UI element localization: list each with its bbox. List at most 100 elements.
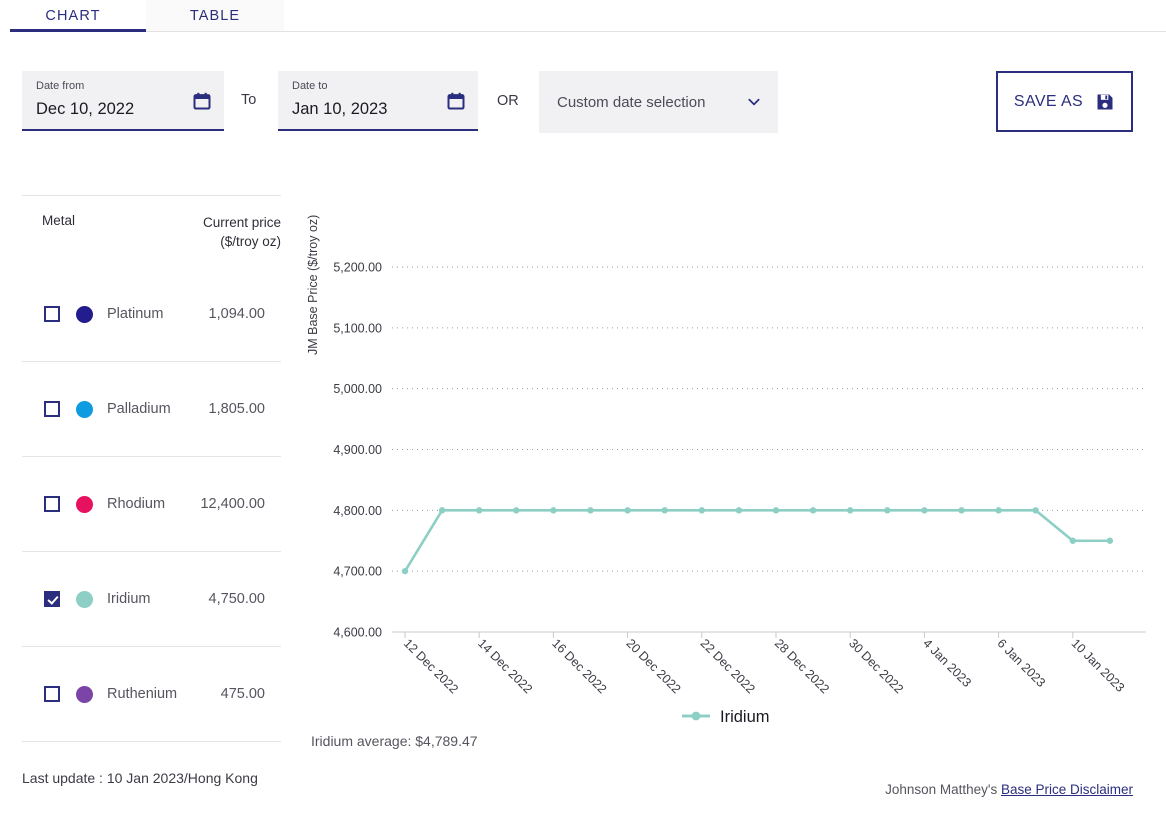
metal-price: 12,400.00 xyxy=(200,496,265,512)
data-point[interactable] xyxy=(550,507,557,514)
metal-color-dot xyxy=(76,495,93,513)
metal-row[interactable]: Platinum 1,094.00 xyxy=(22,267,281,361)
date-to-value: Jan 10, 2023 xyxy=(292,100,388,118)
x-tick-label: 28 Dec 2022 xyxy=(772,636,832,696)
data-point[interactable] xyxy=(772,507,780,514)
data-point[interactable] xyxy=(698,507,705,514)
metal-checkbox[interactable] xyxy=(44,401,60,417)
y-tick-label: 5,200.00 xyxy=(333,261,382,275)
to-separator-text: To xyxy=(241,92,257,108)
metal-name: Ruthenium xyxy=(107,686,178,702)
header-current-price-line2: ($/troy oz) xyxy=(220,234,281,249)
average-price-text: Iridium average: $4,789.47 xyxy=(311,733,478,749)
metal-price: 4,750.00 xyxy=(208,591,265,607)
date-from-label: Date from xyxy=(36,80,85,92)
tab-chart-label: CHART xyxy=(45,8,101,24)
header-current-price-line1: Current price xyxy=(202,215,281,230)
y-tick-label: 4,600.00 xyxy=(333,626,382,640)
metal-color-dot xyxy=(76,305,93,323)
metal-row[interactable]: Iridium 4,750.00 xyxy=(22,552,281,646)
x-tick-label: 12 Dec 2022 xyxy=(401,636,461,696)
metal-color-dot xyxy=(76,590,93,608)
data-point[interactable] xyxy=(1032,507,1039,514)
active-tab-indicator xyxy=(10,29,146,32)
data-point[interactable] xyxy=(958,507,965,514)
metal-selection-table: Metal Current price ($/troy oz) Platinum… xyxy=(22,195,281,742)
or-separator-text: OR xyxy=(497,93,519,109)
data-point[interactable] xyxy=(401,567,409,575)
save-as-button[interactable]: SAVE AS xyxy=(996,71,1133,132)
date-from-field[interactable]: Date from Dec 10, 2022 xyxy=(22,71,224,131)
metal-checkbox[interactable] xyxy=(44,686,60,702)
legend-label-iridium[interactable]: Iridium xyxy=(720,708,770,726)
data-point[interactable] xyxy=(476,507,483,514)
metal-checkbox[interactable] xyxy=(44,306,60,322)
calendar-icon[interactable] xyxy=(446,91,466,111)
x-tick-label: 6 Jan 2023 xyxy=(994,636,1048,690)
custom-date-selection-dropdown[interactable]: Custom date selection xyxy=(539,71,778,133)
data-point[interactable] xyxy=(624,507,631,514)
custom-date-selection-value: Custom date selection xyxy=(557,93,706,111)
data-point[interactable] xyxy=(1106,537,1114,544)
disclaimer-text: Johnson Matthey's Base Price Disclaimer xyxy=(885,782,1133,797)
data-point[interactable] xyxy=(438,507,446,514)
data-point[interactable] xyxy=(1069,537,1076,544)
data-point[interactable] xyxy=(661,507,668,514)
floppy-disk-icon xyxy=(1097,94,1113,109)
metal-row[interactable]: Ruthenium 475.00 xyxy=(22,647,281,741)
metal-color-dot xyxy=(76,685,93,703)
date-to-field[interactable]: Date to Jan 10, 2023 xyxy=(278,71,478,131)
metal-row[interactable]: Rhodium 12,400.00 xyxy=(22,457,281,551)
tab-table-label: TABLE xyxy=(189,8,241,24)
chart-svg: 4,600.00 4,700.00 4,800.00 4,900.00 5,000.00… xyxy=(333,261,1146,726)
data-point[interactable] xyxy=(809,507,817,514)
x-tick-label: 20 Dec 2022 xyxy=(623,636,683,696)
metal-row-divider xyxy=(22,741,281,742)
metal-name: Rhodium xyxy=(107,496,166,512)
data-point[interactable] xyxy=(735,507,743,514)
metal-name: Palladium xyxy=(107,401,171,417)
y-tick-label: 4,900.00 xyxy=(333,443,382,457)
legend-marker-swatch xyxy=(691,711,701,721)
metal-row[interactable]: Palladium 1,805.00 xyxy=(22,362,281,456)
header-metal: Metal xyxy=(42,213,76,228)
y-tick-label: 5,000.00 xyxy=(333,382,382,396)
metal-checkbox[interactable] xyxy=(44,496,60,512)
metal-row-list: Platinum 1,094.00 Palladium 1,805.00 Rhodium… xyxy=(22,267,281,742)
metal-checkbox[interactable] xyxy=(44,591,60,607)
data-point[interactable] xyxy=(513,507,520,514)
base-price-disclaimer-link[interactable]: Base Price Disclaimer xyxy=(1001,782,1133,797)
data-point[interactable] xyxy=(995,507,1002,514)
x-tick-label: 14 Dec 2022 xyxy=(475,636,535,696)
metal-price: 475.00 xyxy=(220,686,265,702)
date-to-label: Date to xyxy=(292,80,328,92)
header-current-price: Current price ($/troy oz) xyxy=(203,213,281,251)
last-update-text: Last update : 10 Jan 2023/Hong Kong xyxy=(22,770,258,786)
tab-table[interactable]: TABLE xyxy=(146,0,284,32)
metal-table-header: Metal Current price ($/troy oz) xyxy=(22,196,281,267)
save-as-label: SAVE AS xyxy=(1013,92,1084,110)
x-tick-label: 22 Dec 2022 xyxy=(698,636,758,696)
series-line-iridium xyxy=(403,509,1112,573)
metal-color-dot xyxy=(76,400,93,418)
y-tick-label: 4,700.00 xyxy=(333,565,382,579)
data-point[interactable] xyxy=(884,507,891,514)
tab-bar-divider xyxy=(146,31,1166,32)
tab-chart[interactable]: CHART xyxy=(0,0,146,32)
x-tick-label: 10 Jan 2023 xyxy=(1069,636,1128,695)
calendar-icon[interactable] xyxy=(192,91,212,111)
data-point[interactable] xyxy=(921,507,928,514)
price-line-chart: 4,600.00 4,700.00 4,800.00 4,900.00 5,000.00… xyxy=(300,170,1150,770)
x-tick-label: 30 Dec 2022 xyxy=(846,636,906,696)
chevron-down-icon xyxy=(748,98,760,106)
data-point[interactable] xyxy=(847,507,854,514)
metal-price: 1,094.00 xyxy=(208,306,265,322)
data-point[interactable] xyxy=(587,507,594,514)
y-tick-label: 5,100.00 xyxy=(333,321,382,335)
y-tick-label: 4,800.00 xyxy=(333,504,382,518)
price-chart-page: CHART TABLE Date from Dec 10, 2022 To Da… xyxy=(0,0,1166,819)
date-from-value: Dec 10, 2022 xyxy=(36,100,135,118)
disclaimer-prefix: Johnson Matthey's xyxy=(885,782,1001,797)
tab-bar: CHART TABLE xyxy=(0,0,1166,32)
metal-price: 1,805.00 xyxy=(208,401,265,417)
